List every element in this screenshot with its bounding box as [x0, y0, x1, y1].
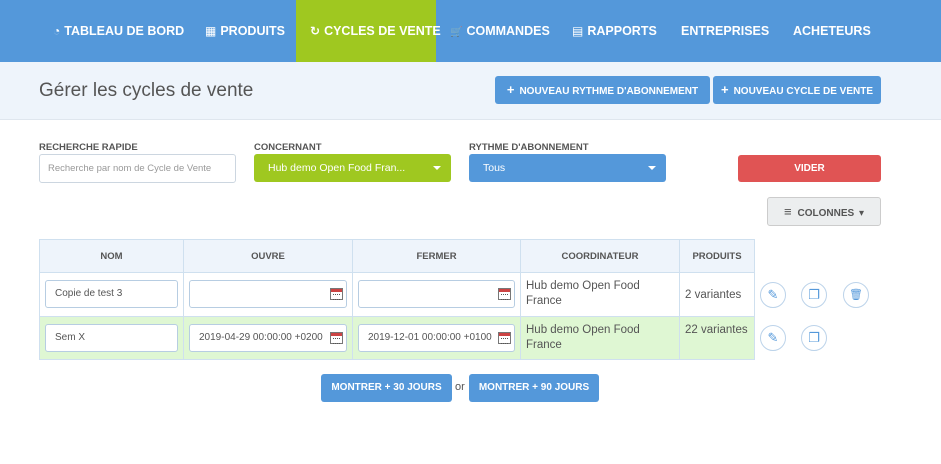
button-label: NOUVEAU RYTHME D'ABONNEMENT	[519, 86, 699, 97]
column-header-name[interactable]: NOM	[39, 239, 184, 273]
nav-label: RAPPORTS	[587, 24, 657, 38]
clone-icon: ❐	[808, 330, 820, 345]
clone-icon: ❐	[808, 287, 820, 302]
nav-rapports[interactable]: ▤ RAPPORTS	[572, 0, 657, 62]
opens-date-input[interactable]: 2019-04-29 00:00:00 +0200	[189, 324, 347, 352]
name-input[interactable]: Sem X	[45, 324, 178, 352]
nav-tableau-de-bord[interactable]: ◔ TABLEAU DE BORD	[53, 0, 184, 62]
cell-coordinator: Hub demo Open Food France	[520, 316, 680, 360]
rhythm-select[interactable]: Tous	[469, 154, 666, 182]
cell-name: Copie de test 3	[39, 272, 184, 317]
rhythm-value: Tous	[483, 162, 506, 174]
clone-button[interactable]: ❐	[801, 282, 827, 308]
chevron-down-icon	[433, 166, 441, 170]
closes-date-input[interactable]: 2019-12-01 00:00:00 +0100	[358, 324, 515, 352]
button-label: VIDER	[794, 163, 825, 174]
calendar-icon[interactable]	[498, 332, 511, 344]
cell-closes: 2019-12-01 00:00:00 +0100	[352, 316, 521, 360]
button-label: NOUVEAU CYCLE DE VENTE	[733, 86, 874, 97]
caret-down-icon: ▾	[859, 208, 865, 219]
nav-label: TABLEAU DE BORD	[64, 24, 185, 38]
nav-commandes[interactable]: 🛒 COMMANDES	[450, 0, 550, 62]
cell-opens	[183, 272, 353, 317]
cart-icon: 🛒	[450, 27, 463, 38]
column-header-closes[interactable]: FERMER	[352, 239, 521, 273]
cell-coordinator: Hub demo Open Food France	[520, 272, 680, 317]
nav-label: ACHETEURS	[793, 24, 871, 38]
calendar-icon[interactable]	[330, 332, 343, 344]
or-text: or	[455, 381, 465, 393]
quick-search-label: RECHERCHE RAPIDE	[39, 142, 138, 153]
column-header-coordinator[interactable]: COORDINATEUR	[520, 239, 680, 273]
nav-label: CYCLES DE VENTE	[324, 24, 441, 38]
quick-search-input[interactable]: Recherche par nom de Cycle de Vente	[39, 154, 236, 183]
cell-products: 2 variantes	[679, 272, 755, 317]
nav-label: PRODUITS	[220, 24, 285, 38]
edit-icon: ✎	[767, 287, 779, 302]
calendar-icon[interactable]	[498, 288, 511, 300]
speedometer-icon: ◔	[53, 24, 61, 38]
nav-label: COMMANDES	[466, 24, 550, 38]
file-icon: ▤	[572, 24, 584, 38]
opens-value: 2019-04-29 00:00:00 +0200	[199, 332, 323, 343]
plus-icon: +	[720, 82, 729, 97]
column-header-products[interactable]: PRODUITS	[679, 239, 755, 273]
nav-entreprises[interactable]: ENTREPRISES	[681, 0, 769, 62]
main-nav: ◔ TABLEAU DE BORD ▦ PRODUITS ↻ CYCLES DE VE…	[0, 0, 941, 69]
trash-icon: 🗑	[849, 289, 863, 301]
name-input[interactable]: Copie de test 3	[45, 280, 178, 308]
cell-closes	[352, 272, 521, 317]
calendar-icon[interactable]	[330, 288, 343, 300]
new-subscription-rhythm-button[interactable]: + NOUVEAU RYTHME D'ABONNEMENT	[495, 76, 710, 104]
rhythm-label: RYTHME D'ABONNEMENT	[469, 142, 589, 153]
cell-name: Sem X	[39, 316, 184, 360]
grid-icon: ▦	[205, 24, 217, 38]
refresh-icon: ↻	[310, 24, 321, 38]
concerning-select[interactable]: Hub demo Open Food Fran...	[254, 154, 451, 182]
cell-opens: 2019-04-29 00:00:00 +0200	[183, 316, 353, 360]
new-sale-cycle-button[interactable]: + NOUVEAU CYCLE DE VENTE	[713, 76, 881, 104]
concerning-value: Hub demo Open Food Fran...	[268, 162, 406, 174]
button-label: COLONNES	[797, 208, 855, 219]
clear-button[interactable]: VIDER	[738, 155, 881, 182]
cell-products: 22 variantes	[679, 316, 755, 360]
show-90-days-button[interactable]: MONTRER + 90 JOURS	[469, 374, 599, 402]
list-icon: ≡	[783, 204, 792, 219]
closes-date-input[interactable]	[358, 280, 515, 308]
page-title: Gérer les cycles de vente	[39, 80, 254, 101]
nav-label: ENTREPRISES	[681, 24, 770, 38]
button-label: MONTRER + 30 JOURS	[331, 382, 442, 393]
delete-button[interactable]: 🗑	[843, 282, 869, 308]
edit-button[interactable]: ✎	[760, 325, 786, 351]
concerning-label: CONCERNANT	[254, 142, 322, 153]
column-header-opens[interactable]: OUVRE	[183, 239, 353, 273]
button-label: MONTRER + 90 JOURS	[478, 382, 590, 393]
closes-value: 2019-12-01 00:00:00 +0100	[368, 332, 492, 343]
nav-cycles-de-vente[interactable]: ↻ CYCLES DE VENTE	[296, 0, 441, 69]
nav-produits[interactable]: ▦ PRODUITS	[205, 0, 285, 62]
edit-button[interactable]: ✎	[760, 282, 786, 308]
quick-search-placeholder: Recherche par nom de Cycle de Vente	[48, 163, 212, 174]
nav-acheteurs[interactable]: ACHETEURS	[793, 0, 871, 62]
edit-icon: ✎	[767, 330, 779, 345]
show-30-days-button[interactable]: MONTRER + 30 JOURS	[321, 374, 452, 402]
clone-button[interactable]: ❐	[801, 325, 827, 351]
chevron-down-icon	[648, 166, 656, 170]
columns-button[interactable]: ≡ COLONNES ▾	[767, 197, 881, 226]
plus-icon: +	[506, 82, 515, 97]
opens-date-input[interactable]	[189, 280, 347, 308]
